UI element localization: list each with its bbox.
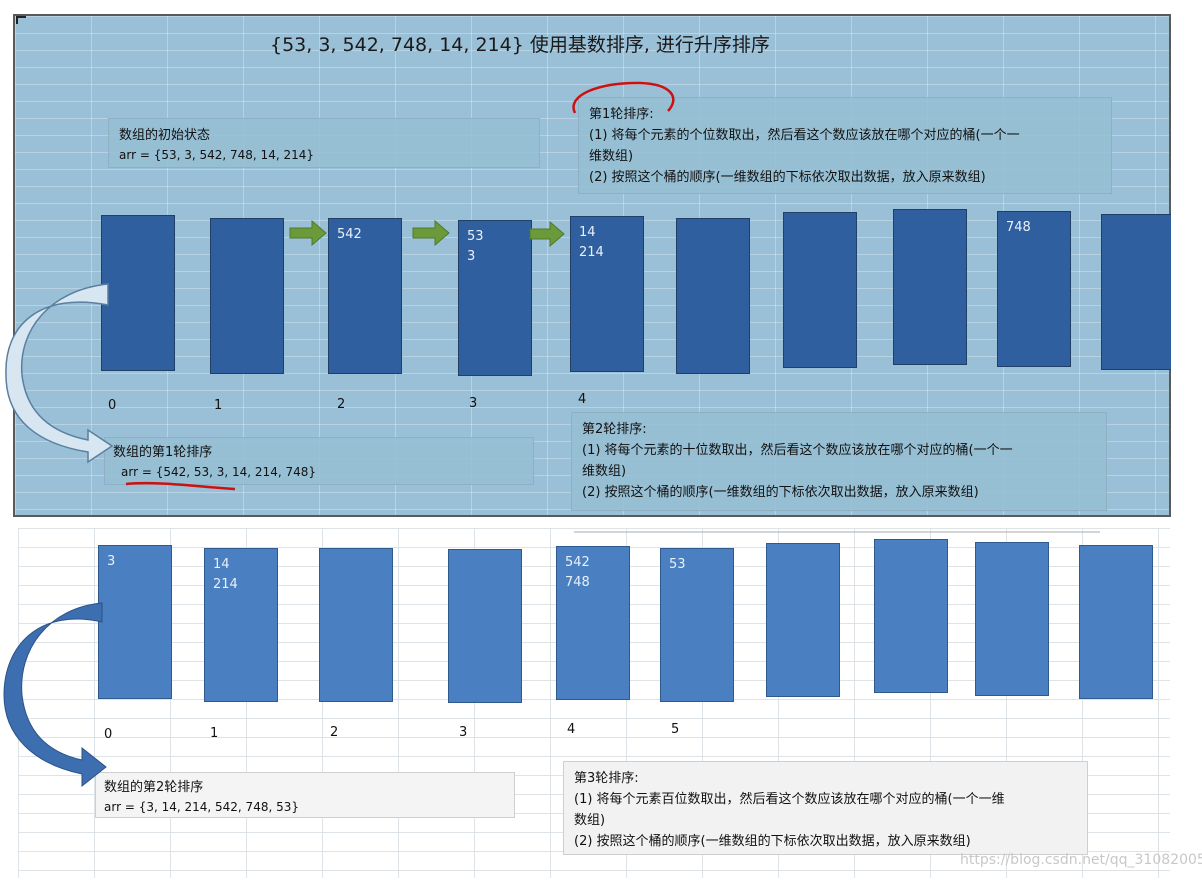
- initial-state-arr: arr = {53, 3, 542, 748, 14, 214}: [119, 148, 314, 162]
- bucket-index: 3: [459, 725, 468, 740]
- bucket-4-item: 14: [579, 225, 596, 240]
- bucket-4-item: 748: [565, 575, 590, 590]
- bucket-3: [448, 549, 522, 703]
- round-3-heading: 第3轮排序:: [574, 771, 639, 786]
- bucket-2: [319, 548, 393, 702]
- round-2-step1b: 维数组): [582, 464, 627, 479]
- bucket-index: 4: [567, 722, 576, 737]
- bucket-0: [101, 215, 175, 371]
- bucket-index: 2: [337, 397, 346, 412]
- bucket-4: 14 214: [570, 216, 644, 372]
- bucket-2-item: 542: [337, 227, 362, 242]
- bucket-3: 53 3: [458, 220, 532, 376]
- bucket-2: 542: [328, 218, 402, 374]
- watermark: https://blog.csdn.net/qq_31082005: [960, 852, 1202, 868]
- round-2-heading: 第2轮排序:: [582, 422, 647, 437]
- bucket-1-item: 214: [213, 577, 238, 592]
- round-3-step2: (2) 按照这个桶的顺序(一维数组的下标依次取出数据，放入原来数组): [574, 834, 971, 849]
- bucket-4-item: 214: [579, 245, 604, 260]
- after-round-2-arr: arr = {3, 14, 214, 542, 748, 53}: [104, 800, 299, 814]
- round-3-step1b: 数组): [574, 813, 606, 828]
- bucket-1: [210, 218, 284, 374]
- round-1-description: 第1轮排序: (1) 将每个元素的个位数取出，然后看这个数应该放在哪个对应的桶(…: [578, 97, 1112, 194]
- bucket-5: 53: [660, 548, 734, 702]
- initial-state-heading: 数组的初始状态: [119, 128, 211, 143]
- bucket-index: 1: [210, 726, 219, 741]
- bucket-1: 14 214: [204, 548, 278, 702]
- bucket-7: [893, 209, 967, 365]
- round-1-heading: 第1轮排序:: [589, 107, 654, 122]
- bucket-8: 748: [997, 211, 1071, 367]
- corner-mark: [16, 16, 26, 24]
- bucket-0-item: 3: [107, 554, 116, 569]
- round-1-step2: (2) 按照这个桶的顺序(一维数组的下标依次取出数据，放入原来数组): [589, 170, 986, 185]
- bucket-index: 0: [104, 727, 113, 742]
- after-round-1-arr: arr = {542, 53, 3, 14, 214, 748}: [121, 465, 316, 479]
- round-2-description: 第2轮排序: (1) 将每个元素的十位数取出，然后看这个数应该放在哪个对应的桶(…: [571, 412, 1107, 511]
- round-1-step1b: 维数组): [589, 149, 634, 164]
- round-3-step1a: (1) 将每个元素百位数取出，然后看这个数应该放在哪个对应的桶(一个一维: [574, 792, 1005, 807]
- bucket-1-item: 14: [213, 557, 230, 572]
- bucket-index: 3: [469, 396, 478, 411]
- bucket-8-item: 748: [1006, 220, 1031, 235]
- bucket-3-item: 53: [467, 229, 484, 244]
- bucket-index: 5: [671, 722, 680, 737]
- round-3-description: 第3轮排序: (1) 将每个元素百位数取出，然后看这个数应该放在哪个对应的桶(一…: [563, 761, 1088, 855]
- initial-state-box: 数组的初始状态 arr = {53, 3, 542, 748, 14, 214}: [108, 118, 540, 168]
- bucket-5-item: 53: [669, 557, 686, 572]
- bucket-6: [783, 212, 857, 368]
- bucket-index: 0: [108, 398, 117, 413]
- round-2-step1a: (1) 将每个元素的十位数取出，然后看这个数应该放在哪个对应的桶(一个一: [582, 443, 1013, 458]
- after-round-2-heading: 数组的第2轮排序: [104, 780, 204, 795]
- bucket-9: [1101, 214, 1171, 370]
- bucket-3-item: 3: [467, 249, 476, 264]
- bucket-5: [676, 218, 750, 374]
- after-round-2-box: 数组的第2轮排序 arr = {3, 14, 214, 542, 748, 53…: [95, 772, 515, 818]
- after-round-1-box: 数组的第1轮排序 arr = {542, 53, 3, 14, 214, 748…: [104, 437, 534, 485]
- bucket-9: [1079, 545, 1153, 699]
- after-round-1-heading: 数组的第1轮排序: [113, 445, 213, 460]
- bucket-6: [766, 543, 840, 697]
- bucket-0: 3: [98, 545, 172, 699]
- bucket-7: [874, 539, 948, 693]
- bucket-index: 2: [330, 725, 339, 740]
- bucket-4-item: 542: [565, 555, 590, 570]
- bucket-index: 4: [578, 392, 587, 407]
- round-1-step1a: (1) 将每个元素的个位数取出，然后看这个数应该放在哪个对应的桶(一个一: [589, 128, 1020, 143]
- bucket-4: 542 748: [556, 546, 630, 700]
- bucket-index: 1: [214, 398, 223, 413]
- diagram-title: {53, 3, 542, 748, 14, 214} 使用基数排序, 进行升序排…: [270, 34, 770, 56]
- round-2-step2: (2) 按照这个桶的顺序(一维数组的下标依次取出数据，放入原来数组): [582, 485, 979, 500]
- bucket-8: [975, 542, 1049, 696]
